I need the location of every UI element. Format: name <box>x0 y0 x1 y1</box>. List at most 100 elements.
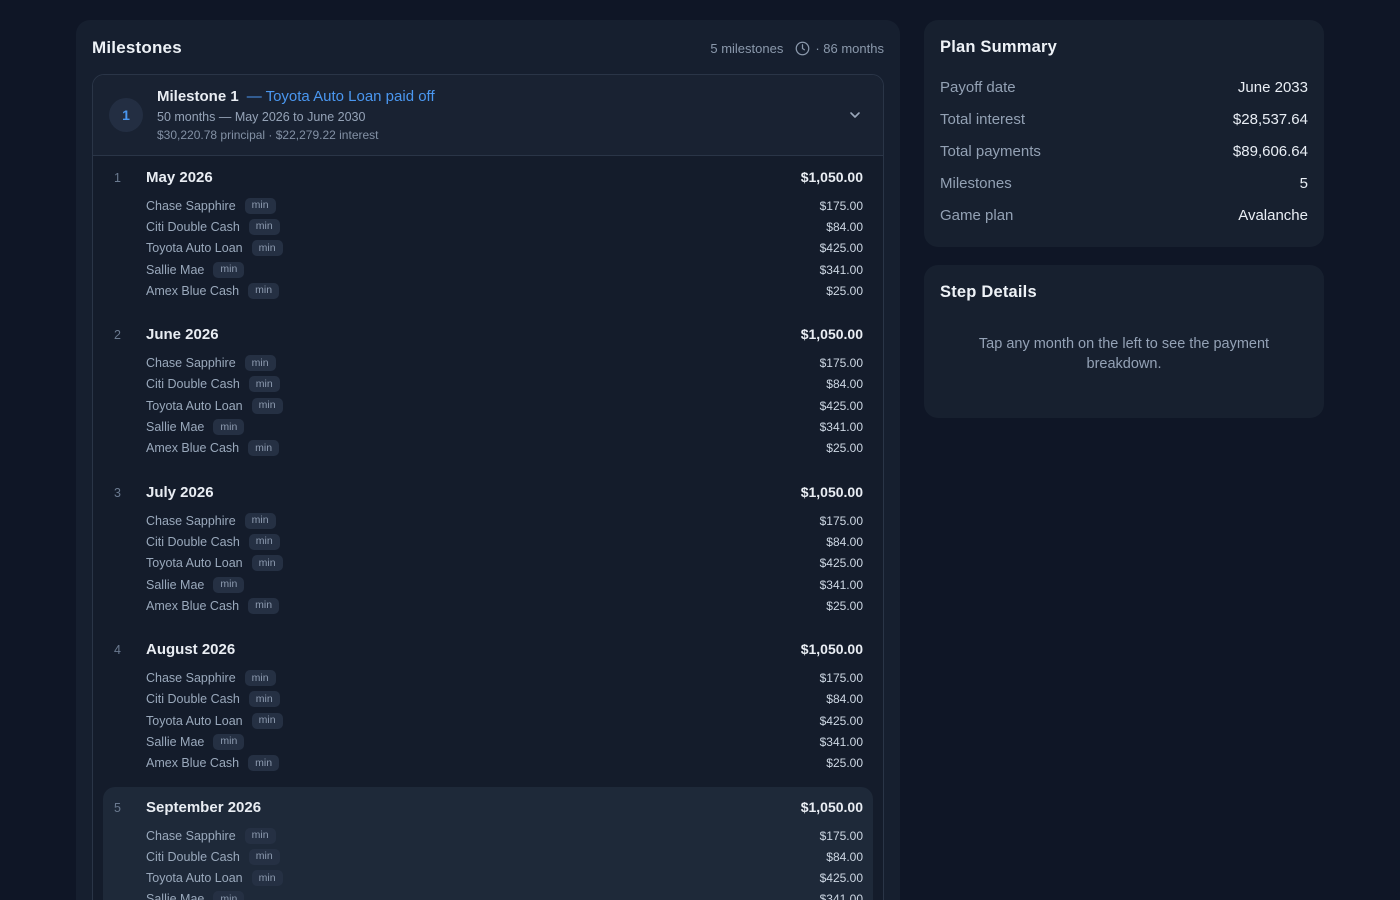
min-badge: min <box>245 670 276 686</box>
month-group[interactable]: 2 June 2026 $1,050.00 Chase Sapphire min… <box>103 314 873 471</box>
month-group[interactable]: 4 August 2026 $1,050.00 Chase Sapphire m… <box>103 629 873 786</box>
summary-label: Total payments <box>940 143 1041 160</box>
payment-row: Chase Sapphire min $175.00 <box>114 195 863 216</box>
month-group[interactable]: 5 September 2026 $1,050.00 Chase Sapphir… <box>103 787 873 900</box>
min-badge: min <box>249 534 280 550</box>
payment-amount: $341.00 <box>820 420 863 434</box>
month-group[interactable]: 1 May 2026 $1,050.00 Chase Sapphire min … <box>103 157 873 314</box>
summary-row: Game planAvalanche <box>940 199 1308 231</box>
payment-row: Sallie Mae min $341.00 <box>114 574 863 595</box>
milestones-panel: Milestones 5 milestones · 86 months 1 <box>76 20 900 900</box>
payment-amount: $425.00 <box>820 556 863 570</box>
clock-icon <box>795 41 810 56</box>
month-index: 2 <box>114 328 146 342</box>
payment-row: Amex Blue Cash min $25.00 <box>114 438 863 459</box>
summary-row: Milestones5 <box>940 167 1308 199</box>
milestone-1-header[interactable]: 1 Milestone 1— Toyota Auto Loan paid off… <box>93 75 883 156</box>
payment-amount: $425.00 <box>820 871 863 885</box>
milestone-section: 1 Milestone 1— Toyota Auto Loan paid off… <box>92 74 884 900</box>
payment-row: Citi Double Cash min $84.00 <box>114 531 863 552</box>
month-index: 4 <box>114 643 146 657</box>
payment-amount: $175.00 <box>820 199 863 213</box>
min-badge: min <box>245 355 276 371</box>
min-badge: min <box>213 577 244 593</box>
payment-amount: $425.00 <box>820 241 863 255</box>
payment-amount: $175.00 <box>820 671 863 685</box>
debt-name: Chase Sapphire <box>146 199 236 213</box>
payment-row: Toyota Auto Loan min $425.00 <box>114 710 863 731</box>
month-header-row: 4 August 2026 $1,050.00 <box>114 641 863 658</box>
milestone-header-text: Milestone 1— Toyota Auto Loan paid off 5… <box>157 88 829 142</box>
payment-row: Toyota Auto Loan min $425.00 <box>114 553 863 574</box>
min-badge: min <box>245 198 276 214</box>
payment-row: Citi Double Cash min $84.00 <box>114 689 863 710</box>
payment-row: Chase Sapphire min $175.00 <box>114 667 863 688</box>
summary-value: 5 <box>1300 175 1308 192</box>
min-badge: min <box>249 219 280 235</box>
milestone-number-badge: 1 <box>109 98 143 132</box>
step-details-card: Step Details Tap any month on the left t… <box>924 265 1324 418</box>
payment-amount: $175.00 <box>820 514 863 528</box>
min-badge: min <box>245 828 276 844</box>
month-header-row: 2 June 2026 $1,050.00 <box>114 326 863 343</box>
summary-row: Total interest$28,537.64 <box>940 103 1308 135</box>
milestones-title: Milestones <box>92 38 182 58</box>
summary-value: June 2033 <box>1238 79 1308 96</box>
payment-row: Chase Sapphire min $175.00 <box>114 825 863 846</box>
payment-row: Toyota Auto Loan min $425.00 <box>114 238 863 259</box>
debt-name: Toyota Auto Loan <box>146 241 243 255</box>
payment-row: Citi Double Cash min $84.00 <box>114 216 863 237</box>
milestone-debt-link[interactable]: — Toyota Auto Loan paid off <box>247 88 435 105</box>
debt-name: Amex Blue Cash <box>146 599 239 613</box>
debt-name: Sallie Mae <box>146 263 204 277</box>
min-badge: min <box>213 891 244 900</box>
month-total: $1,050.00 <box>801 326 863 342</box>
payment-row: Amex Blue Cash min $25.00 <box>114 280 863 301</box>
month-name: June 2026 <box>146 326 801 343</box>
month-index: 1 <box>114 171 146 185</box>
payment-amount: $175.00 <box>820 356 863 370</box>
month-header-row: 3 July 2026 $1,050.00 <box>114 484 863 501</box>
debt-name: Toyota Auto Loan <box>146 871 243 885</box>
month-group[interactable]: 3 July 2026 $1,050.00 Chase Sapphire min… <box>103 472 873 629</box>
debt-name: Citi Double Cash <box>146 535 240 549</box>
min-badge: min <box>213 734 244 750</box>
debt-name: Amex Blue Cash <box>146 441 239 455</box>
payment-amount: $25.00 <box>826 441 863 455</box>
payment-row: Sallie Mae min $341.00 <box>114 889 863 900</box>
step-details-empty-message: Tap any month on the left to see the pay… <box>959 334 1289 374</box>
debt-name: Chase Sapphire <box>146 356 236 370</box>
debt-name: Sallie Mae <box>146 420 204 434</box>
summary-label: Total interest <box>940 111 1025 128</box>
debt-name: Chase Sapphire <box>146 671 236 685</box>
payment-row: Chase Sapphire min $175.00 <box>114 352 863 373</box>
debt-name: Citi Double Cash <box>146 692 240 706</box>
page-layout: Milestones 5 milestones · 86 months 1 <box>0 0 1400 900</box>
min-badge: min <box>252 555 283 571</box>
chevron-down-icon[interactable] <box>843 103 867 127</box>
milestones-meta: 5 milestones · 86 months <box>710 41 884 56</box>
payment-amount: $341.00 <box>820 263 863 277</box>
payment-amount: $25.00 <box>826 756 863 770</box>
payment-amount: $84.00 <box>826 692 863 706</box>
step-details-title: Step Details <box>940 283 1308 302</box>
summary-value: Avalanche <box>1238 207 1308 224</box>
plan-summary-card: Plan Summary Payoff dateJune 2033Total i… <box>924 20 1324 247</box>
payment-amount: $341.00 <box>820 892 863 900</box>
debt-name: Toyota Auto Loan <box>146 556 243 570</box>
payment-row: Amex Blue Cash min $25.00 <box>114 753 863 774</box>
min-badge: min <box>213 262 244 278</box>
month-name: May 2026 <box>146 169 801 186</box>
min-badge: min <box>249 691 280 707</box>
min-badge: min <box>248 283 279 299</box>
min-badge: min <box>252 713 283 729</box>
debt-name: Sallie Mae <box>146 735 204 749</box>
summary-row: Total payments$89,606.64 <box>940 135 1308 167</box>
debt-name: Sallie Mae <box>146 892 204 900</box>
payment-list: Chase Sapphire min $175.00 Citi Double C… <box>114 195 863 301</box>
min-badge: min <box>252 240 283 256</box>
debt-name: Amex Blue Cash <box>146 284 239 298</box>
summary-row: Payoff dateJune 2033 <box>940 71 1308 103</box>
payment-amount: $341.00 <box>820 735 863 749</box>
payment-row: Citi Double Cash min $84.00 <box>114 374 863 395</box>
